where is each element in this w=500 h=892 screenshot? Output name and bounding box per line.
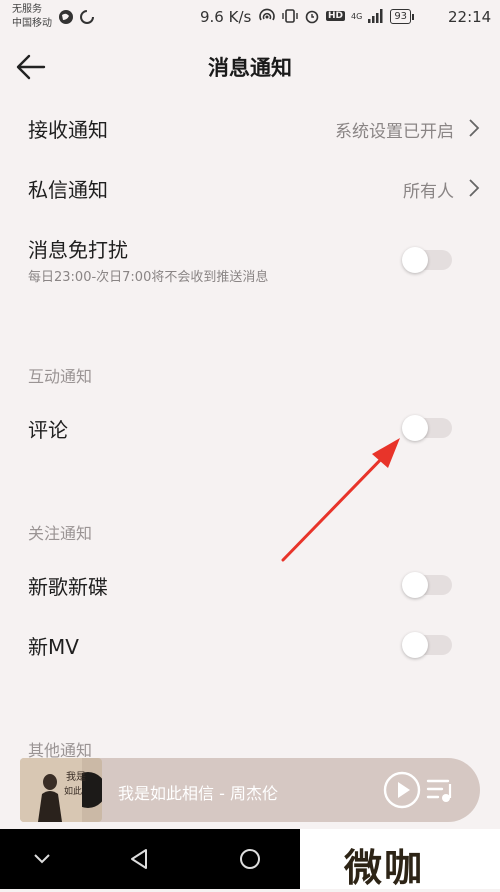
- new-mv-toggle[interactable]: [402, 632, 452, 658]
- network-speed: 9.6 K/s: [200, 8, 252, 26]
- receive-notification-row[interactable]: 接收通知 系统设置已开启: [0, 110, 500, 146]
- section-title-interaction: 互动通知: [28, 367, 93, 386]
- status-bar: 无服务 中国移动 9.6 K/s HD 4G 93 22:14: [0, 0, 500, 36]
- do-not-disturb-label: 消息免打扰: [28, 238, 128, 262]
- signal-icon: [368, 9, 383, 23]
- new-album-label: 新歌新碟: [28, 575, 108, 599]
- sync-icon: [80, 10, 94, 24]
- playlist-icon[interactable]: [426, 776, 456, 804]
- private-message-label: 私信通知: [28, 178, 108, 202]
- toggle-knob: [402, 415, 428, 441]
- toggle-knob: [402, 632, 428, 658]
- network-type: 4G: [351, 11, 363, 21]
- alarm-icon: [305, 10, 319, 24]
- battery-indicator: 93: [390, 8, 414, 24]
- play-icon[interactable]: [382, 770, 422, 810]
- navigation-bar: 微咖: [0, 829, 500, 890]
- comment-toggle[interactable]: [402, 415, 452, 441]
- nav-home-icon[interactable]: [236, 845, 264, 873]
- do-not-disturb-subtitle: 每日23:00-次日7:00将不会收到推送消息: [28, 270, 269, 285]
- new-mv-label: 新MV: [28, 635, 79, 659]
- comment-label: 评论: [28, 418, 68, 442]
- do-not-disturb-toggle[interactable]: [402, 247, 452, 273]
- chevron-right-icon: [469, 119, 480, 137]
- now-playing-title: 我是如此相信 - 周杰伦: [118, 784, 278, 803]
- header: 消息通知: [0, 38, 500, 98]
- clock: 22:14: [448, 8, 492, 26]
- new-album-row: 新歌新碟: [0, 567, 500, 603]
- toggle-knob: [402, 247, 428, 273]
- comment-row: 评论: [0, 410, 500, 446]
- section-title-follow: 关注通知: [28, 524, 93, 543]
- status-icons: HD 4G 93: [258, 8, 414, 24]
- chevron-right-icon: [469, 179, 480, 197]
- do-not-disturb-row: 消息免打扰 每日23:00-次日7:00将不会收到推送消息: [0, 230, 500, 290]
- private-message-row[interactable]: 私信通知 所有人: [0, 170, 500, 206]
- mini-player[interactable]: 我是 如此 我是如此相信 - 周杰伦: [20, 758, 480, 822]
- svg-text:如此: 如此: [64, 785, 82, 797]
- carrier-line-2: 中国移动: [12, 18, 52, 29]
- receive-notification-value: 系统设置已开启: [335, 122, 454, 142]
- new-mv-row: 新MV: [0, 627, 500, 663]
- nav-back-icon[interactable]: [126, 845, 154, 873]
- hd-badge: HD: [326, 11, 346, 21]
- toggle-knob: [402, 572, 428, 598]
- svg-text:我是: 我是: [66, 771, 86, 783]
- new-album-toggle[interactable]: [402, 572, 452, 598]
- page-title: 消息通知: [208, 56, 292, 80]
- private-message-value: 所有人: [403, 182, 454, 202]
- hotspot-icon: [259, 8, 275, 21]
- album-cover[interactable]: 我是 如此: [20, 758, 102, 822]
- watermark-text: 微咖: [344, 846, 425, 890]
- globe-icon: [59, 10, 73, 24]
- watermark-logo: 微咖: [300, 829, 500, 890]
- vibrate-icon: [282, 9, 298, 23]
- carrier-line-1: 无服务: [12, 4, 42, 15]
- nav-collapse-icon[interactable]: [28, 845, 56, 873]
- receive-notification-label: 接收通知: [28, 118, 108, 142]
- carrier-info: 无服务 中国移动: [12, 3, 52, 31]
